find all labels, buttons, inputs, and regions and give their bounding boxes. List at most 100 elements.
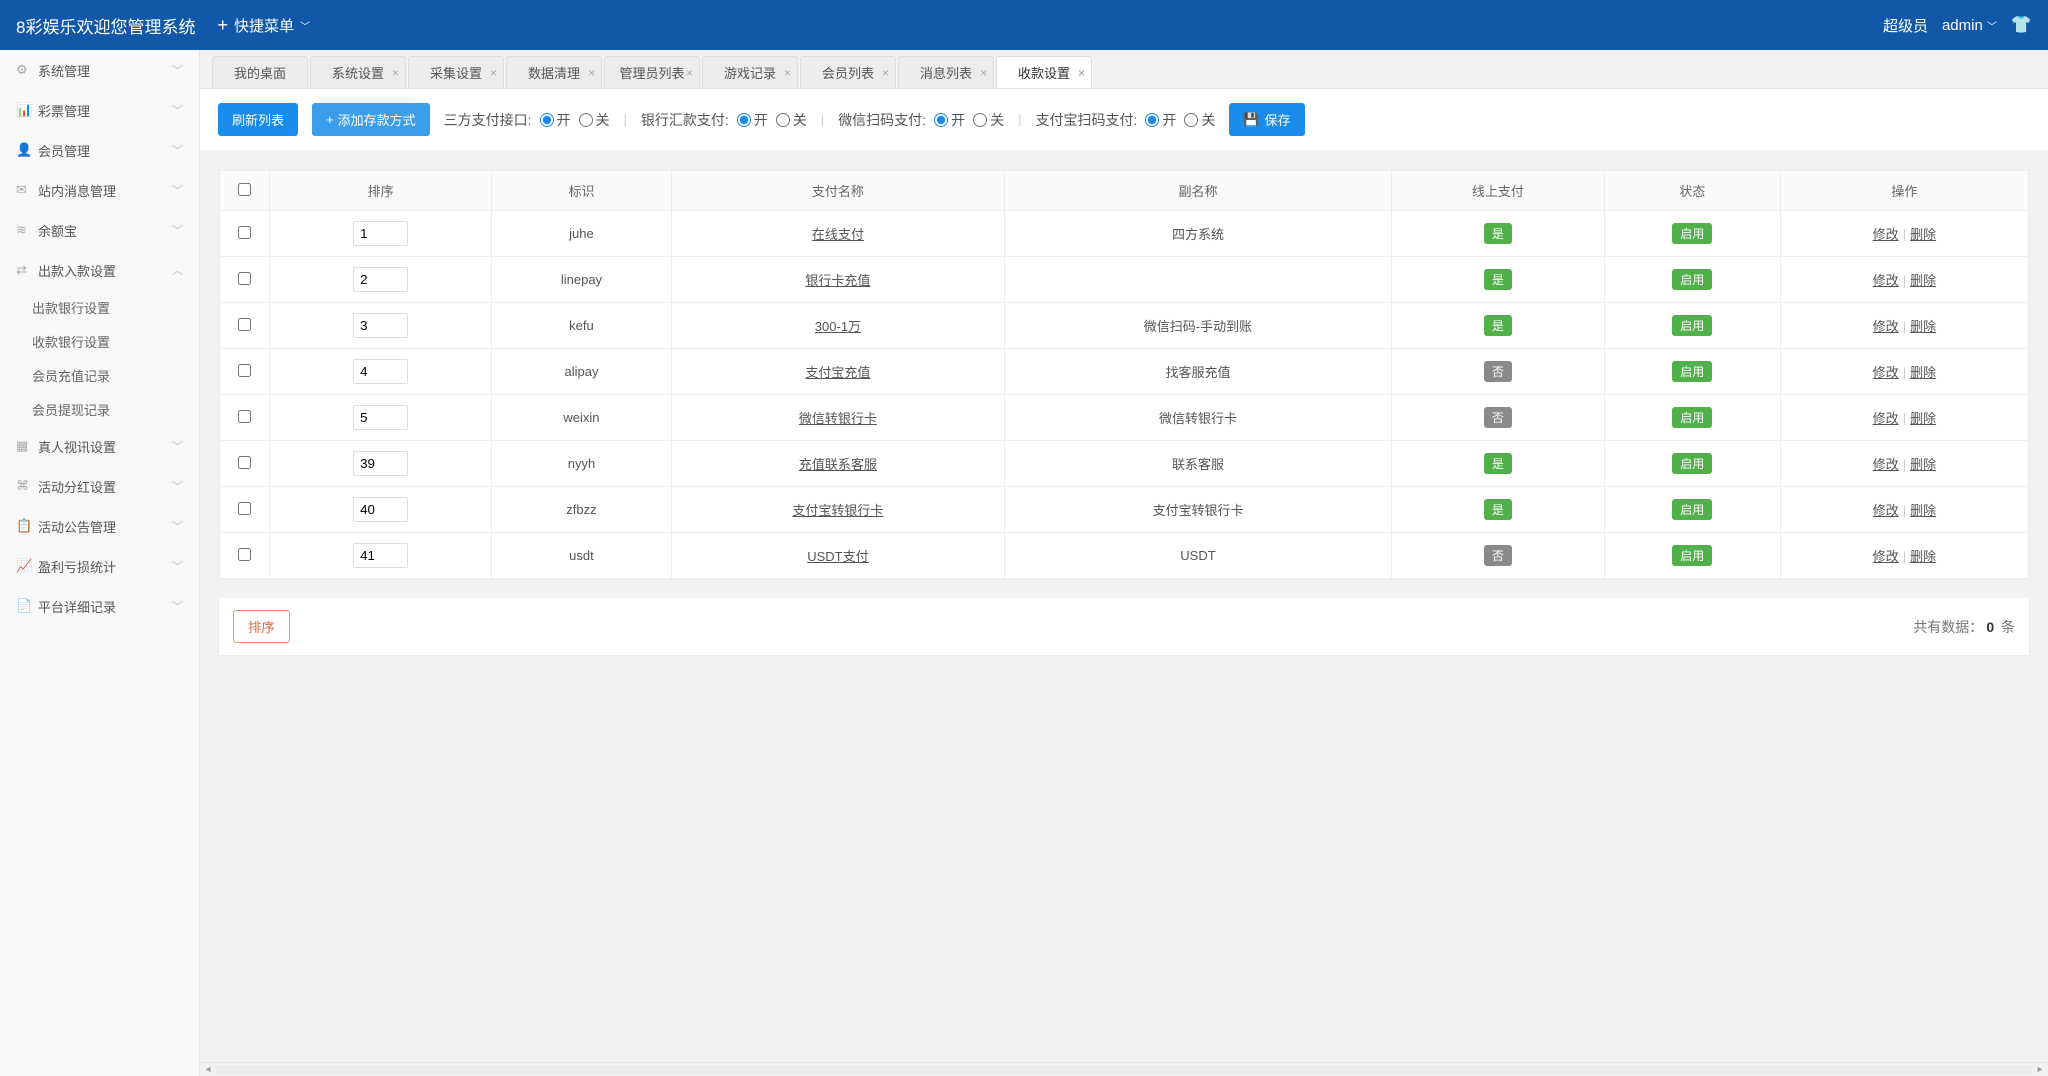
payment-name-link[interactable]: 微信转银行卡 [799, 411, 877, 426]
tab[interactable]: 我的桌面 [212, 56, 308, 88]
close-icon[interactable]: × [980, 66, 987, 80]
sidebar-item[interactable]: 📊彩票管理﹀ [0, 90, 199, 130]
close-icon[interactable]: × [784, 66, 791, 80]
tab[interactable]: 收款设置× [996, 56, 1092, 88]
close-icon[interactable]: × [1078, 66, 1085, 80]
edit-link[interactable]: 修改 [1873, 503, 1899, 518]
radio-off[interactable]: 关 [1184, 110, 1215, 130]
sidebar-item[interactable]: ▦真人视讯设置﹀ [0, 426, 199, 466]
payment-name-link[interactable]: 在线支付 [812, 227, 864, 242]
sidebar-collapse-handle[interactable]: ◂ [199, 370, 200, 414]
row-checkbox[interactable] [238, 548, 251, 561]
tab[interactable]: 系统设置× [310, 56, 406, 88]
row-checkbox[interactable] [238, 364, 251, 377]
edit-link[interactable]: 修改 [1873, 227, 1899, 242]
close-icon[interactable]: × [686, 66, 693, 80]
row-checkbox[interactable] [238, 226, 251, 239]
delete-link[interactable]: 删除 [1910, 457, 1936, 472]
user-menu[interactable]: admin ﹀ [1942, 17, 1997, 34]
quickmenu[interactable]: + 快捷菜单 ﹀ [217, 15, 310, 36]
select-all-checkbox[interactable] [238, 183, 251, 196]
sidebar-subitem[interactable]: 收款银行设置 [0, 324, 199, 358]
sort-input[interactable] [353, 221, 408, 246]
sidebar-item[interactable]: ⚙系统管理﹀ [0, 50, 199, 90]
add-deposit-button[interactable]: + 添加存款方式 [312, 103, 430, 136]
sidebar-subitem[interactable]: 出款银行设置 [0, 290, 199, 324]
sort-input[interactable] [353, 543, 408, 568]
sort-input[interactable] [353, 451, 408, 476]
sidebar-item[interactable]: 📄平台详细记录﹀ [0, 586, 199, 626]
edit-link[interactable]: 修改 [1873, 549, 1899, 564]
radio-on[interactable]: 开 [1145, 110, 1176, 130]
sort-input[interactable] [353, 267, 408, 292]
sidebar-item[interactable]: ⌘活动分红设置﹀ [0, 466, 199, 506]
sidebar-item[interactable]: 📈盈利亏损统计﹀ [0, 546, 199, 586]
payment-name-link[interactable]: 银行卡充值 [805, 273, 870, 288]
sort-button[interactable]: 排序 [233, 610, 290, 643]
payment-name-link[interactable]: USDT支付 [807, 549, 868, 564]
close-icon[interactable]: × [392, 66, 399, 80]
edit-link[interactable]: 修改 [1873, 411, 1899, 426]
theme-icon[interactable]: 👕 [2011, 15, 2032, 35]
payment-name-link[interactable]: 300-1万 [815, 319, 861, 334]
radio-input[interactable] [540, 113, 554, 127]
edit-link[interactable]: 修改 [1873, 365, 1899, 380]
tab[interactable]: 采集设置× [408, 56, 504, 88]
edit-link[interactable]: 修改 [1873, 273, 1899, 288]
row-checkbox[interactable] [238, 502, 251, 515]
radio-on[interactable]: 开 [934, 110, 965, 130]
delete-link[interactable]: 删除 [1910, 227, 1936, 242]
edit-link[interactable]: 修改 [1873, 457, 1899, 472]
delete-link[interactable]: 删除 [1910, 273, 1936, 288]
sidebar-subitem[interactable]: 会员充值记录 [0, 358, 199, 392]
radio-on[interactable]: 开 [737, 110, 768, 130]
radio-off[interactable]: 关 [776, 110, 807, 130]
radio-input[interactable] [973, 113, 987, 127]
sort-input[interactable] [353, 497, 408, 522]
sidebar-item[interactable]: ≋余额宝﹀ [0, 210, 199, 250]
radio-input[interactable] [934, 113, 948, 127]
close-icon[interactable]: × [588, 66, 595, 80]
scroll-right-arrow[interactable]: ▸ [2032, 1064, 2048, 1075]
tab[interactable]: 会员列表× [800, 56, 896, 88]
delete-link[interactable]: 删除 [1910, 365, 1936, 380]
tab[interactable]: 数据清理× [506, 56, 602, 88]
payment-name-link[interactable]: 支付宝转银行卡 [792, 503, 883, 518]
close-icon[interactable]: × [882, 66, 889, 80]
tab[interactable]: 管理员列表× [604, 56, 700, 88]
row-checkbox[interactable] [238, 410, 251, 423]
payment-name-link[interactable]: 支付宝充值 [805, 365, 870, 380]
sort-input[interactable] [353, 405, 408, 430]
row-checkbox[interactable] [238, 456, 251, 469]
radio-input[interactable] [776, 113, 790, 127]
delete-link[interactable]: 删除 [1910, 411, 1936, 426]
payment-name-link[interactable]: 充值联系客服 [799, 457, 877, 472]
tab[interactable]: 游戏记录× [702, 56, 798, 88]
sidebar-item[interactable]: 📋活动公告管理﹀ [0, 506, 199, 546]
sidebar-item[interactable]: ⇄出款入款设置︿ [0, 250, 199, 290]
sidebar-item[interactable]: 👤会员管理﹀ [0, 130, 199, 170]
sort-input[interactable] [353, 313, 408, 338]
save-button[interactable]: 💾 保存 [1229, 103, 1304, 136]
radio-off[interactable]: 关 [973, 110, 1004, 130]
delete-link[interactable]: 删除 [1910, 319, 1936, 334]
tab[interactable]: 消息列表× [898, 56, 994, 88]
radio-input[interactable] [1145, 113, 1159, 127]
sidebar-subitem[interactable]: 会员提现记录 [0, 392, 199, 426]
close-icon[interactable]: × [490, 66, 497, 80]
radio-input[interactable] [1184, 113, 1198, 127]
row-checkbox[interactable] [238, 272, 251, 285]
scroll-track[interactable] [216, 1065, 2032, 1075]
refresh-button[interactable]: 刷新列表 [218, 103, 298, 136]
row-checkbox[interactable] [238, 318, 251, 331]
sidebar-item[interactable]: ✉站内消息管理﹀ [0, 170, 199, 210]
delete-link[interactable]: 删除 [1910, 549, 1936, 564]
sort-input[interactable] [353, 359, 408, 384]
horizontal-scrollbar[interactable]: ◂ ▸ [200, 1062, 2048, 1076]
delete-link[interactable]: 删除 [1910, 503, 1936, 518]
radio-input[interactable] [579, 113, 593, 127]
radio-off[interactable]: 关 [579, 110, 610, 130]
scroll-left-arrow[interactable]: ◂ [200, 1064, 216, 1075]
radio-on[interactable]: 开 [540, 110, 571, 130]
radio-input[interactable] [737, 113, 751, 127]
